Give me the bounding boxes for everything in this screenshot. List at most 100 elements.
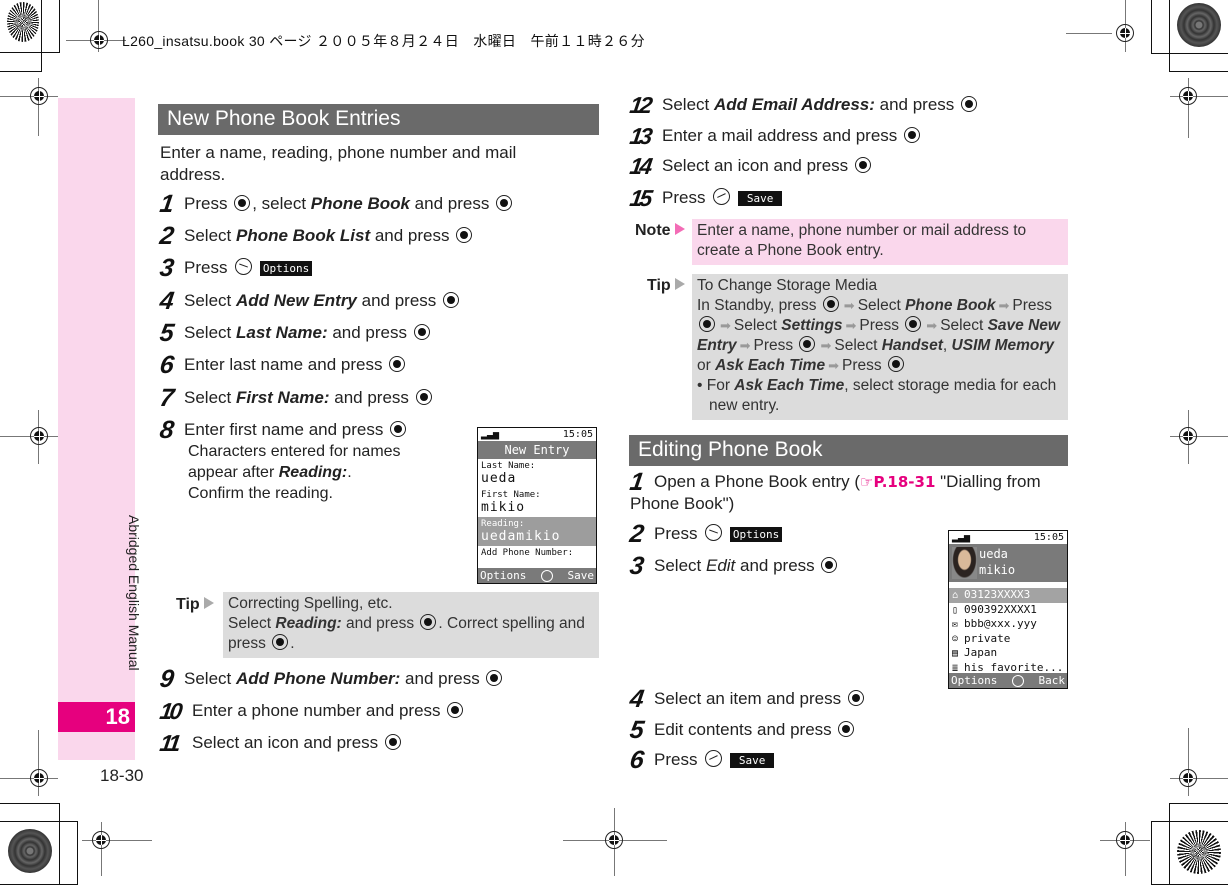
- softkey-options[interactable]: Options: [480, 569, 526, 582]
- section-heading-editing: Editing Phone Book: [629, 435, 1068, 466]
- step-3: 3 Press Options: [158, 254, 313, 282]
- center-button-icon: [390, 421, 407, 437]
- tip-box-storage: To Change Storage Media In Standby, pres…: [692, 274, 1068, 420]
- text: appear after: [188, 464, 279, 481]
- text: Select: [184, 323, 236, 342]
- text: and press: [409, 194, 495, 213]
- step-number: 1: [628, 468, 644, 496]
- text: Select: [228, 615, 276, 632]
- softkey-save[interactable]: Save: [567, 569, 594, 582]
- step-number: 14: [628, 153, 652, 179]
- signal-icon: ▂▃▅: [481, 429, 500, 440]
- mail-icon: ✉: [952, 619, 959, 630]
- step-2: 2 Select Phone Book List and press: [158, 222, 474, 250]
- step-1: 1 Press , select Phone Book and press: [158, 190, 514, 218]
- text: Edit contents and press: [654, 720, 837, 739]
- center-key-icon: [1011, 674, 1024, 687]
- side-tab-label: Abridged English Manual: [126, 515, 142, 671]
- step-number: 9: [158, 665, 174, 693]
- center-button-icon: [838, 721, 855, 737]
- tip-label-text: Tip: [647, 277, 671, 294]
- status-bar: ▂▃▅ 15:05: [949, 531, 1067, 544]
- step8-note-line3: Confirm the reading.: [188, 485, 333, 502]
- text: Press: [654, 524, 703, 543]
- phone-screen-new-entry: ▂▃▅ 15:05 New Entry Last Name: ueda First …: [477, 427, 597, 584]
- registration-target-icon: [1177, 767, 1199, 789]
- step-number: 10: [158, 698, 182, 724]
- step-number: 1: [158, 190, 174, 218]
- step-number: 6: [158, 351, 174, 379]
- text: Select: [662, 95, 714, 114]
- edit-step-5: 5 Edit contents and press: [628, 716, 856, 744]
- step-number: 3: [628, 552, 644, 580]
- contact-row-text: Japan: [964, 646, 998, 659]
- text: Open a Phone Book entry (: [654, 472, 861, 491]
- side-tab: [58, 98, 135, 760]
- center-button-icon: [413, 324, 430, 340]
- link-text[interactable]: P.18-31: [873, 473, 935, 491]
- text: and press: [400, 669, 485, 688]
- registration-target-icon: [1114, 829, 1136, 851]
- registration-sun-icon: [7, 2, 39, 42]
- mobile-icon: ▯: [952, 604, 959, 616]
- center-button-icon: [847, 690, 864, 706]
- field-value: mikio: [481, 500, 526, 515]
- field-2[interactable]: Reading: uedamikio: [478, 517, 596, 546]
- left-softkey-icon: [235, 258, 253, 275]
- center-button-icon: [905, 316, 922, 332]
- step-number: 11: [158, 730, 180, 756]
- right-softkey-icon: [705, 750, 723, 767]
- arrow-icon: ➡: [739, 338, 751, 353]
- step-number: 2: [158, 222, 174, 250]
- registration-target-icon: [88, 29, 110, 51]
- softkey-options[interactable]: Options: [951, 674, 997, 687]
- softkey-label-options: Options: [259, 261, 313, 276]
- contact-row[interactable]: ▤ Japan: [949, 646, 1067, 661]
- contact-row-text: 03123XXXX3: [964, 588, 1031, 601]
- step-6: 6 Enter last name and press: [158, 351, 407, 379]
- contact-row[interactable]: ▯ 090392XXXX1: [949, 603, 1067, 618]
- step-number: 7: [158, 384, 174, 412]
- print-header: L260_insatsu.book 30 ページ ２００５年８月２４日 水曜日 …: [122, 33, 645, 49]
- text: and press: [735, 556, 820, 575]
- field-value: uedamikio: [481, 529, 561, 544]
- contact-row[interactable]: ⌂ 03123XXXX3: [949, 588, 1067, 603]
- menu-term: Settings: [781, 317, 843, 334]
- text: .: [347, 464, 352, 481]
- registration-sun-icon: [1177, 830, 1221, 874]
- softkey-label-save: Save: [729, 753, 775, 768]
- registration-target-icon: [1177, 425, 1199, 447]
- menu-term: Phone Book List: [235, 226, 371, 245]
- contact-row[interactable]: ☺ private: [949, 632, 1067, 647]
- right-softkey-icon: [713, 188, 731, 205]
- signal-icon: ▂▃▅: [952, 532, 971, 543]
- left-softkey-icon: [705, 524, 723, 541]
- text: Enter a mail address and press: [662, 126, 903, 145]
- menu-term: Add Email Address:: [713, 95, 875, 114]
- arrow-icon: ➡: [845, 318, 857, 333]
- tip-label: Tip: [176, 596, 214, 614]
- group-icon: ☺: [952, 633, 959, 645]
- phone-screen-contact-detail: ▂▃▅ 15:05 ueda mikio ⌂ 03123XXXX3 ▯ 090392X…: [948, 530, 1068, 689]
- page-reference-link[interactable]: ☞P.18-31: [860, 473, 935, 491]
- registration-target-icon: [28, 767, 50, 789]
- center-button-icon: [961, 96, 977, 112]
- arrow-icon: ➡: [820, 338, 832, 353]
- softkey-back[interactable]: Back: [1038, 674, 1065, 687]
- tip-bullet: • For Ask Each Time, select storage medi…: [697, 377, 1057, 414]
- chapter-badge: 18: [58, 702, 135, 732]
- field-0[interactable]: Last Name: ueda: [478, 459, 596, 488]
- registration-target-icon: [28, 85, 50, 107]
- step-number: 12: [628, 92, 652, 118]
- contact-row[interactable]: ✉ bbb@xxx.yyy: [949, 617, 1067, 632]
- home-icon: ⌂: [952, 590, 959, 601]
- menu-term: Edit: [705, 556, 736, 575]
- field-1[interactable]: First Name: mikio: [478, 488, 596, 517]
- triangle-icon: [203, 597, 214, 609]
- center-button-icon: [384, 734, 401, 750]
- arrow-icon: ➡: [998, 298, 1010, 313]
- center-button-icon: [821, 557, 838, 573]
- center-button-icon: [272, 634, 289, 650]
- status-bar: ▂▃▅ 15:05: [478, 428, 596, 441]
- screen-title: New Entry: [478, 441, 596, 459]
